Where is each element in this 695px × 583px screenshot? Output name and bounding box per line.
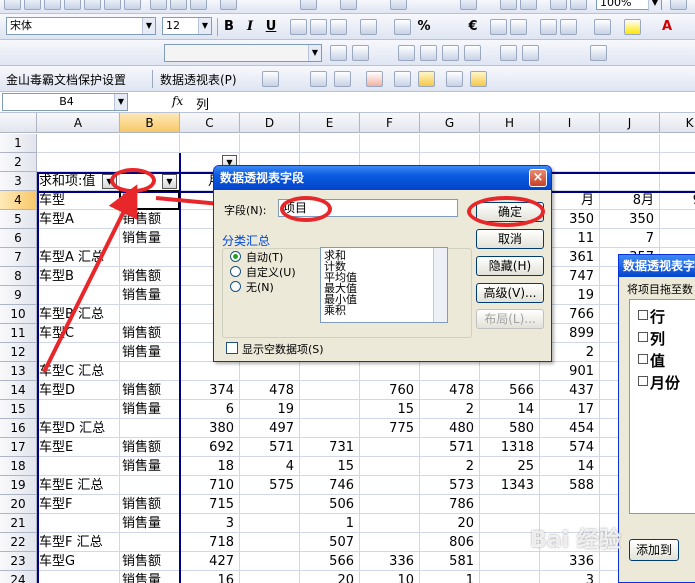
field-icon [638, 332, 648, 342]
show-empty-label: 显示空数据项(S) [242, 343, 324, 356]
dialog-title-text: 数据透视表字段 [220, 171, 305, 185]
radio-auto-label: 自动(T) [246, 251, 284, 264]
panel-field-item[interactable]: 列 [638, 328, 666, 349]
hide-button[interactable]: 隐藏(H) [476, 256, 544, 276]
layout-button[interactable]: 布局(L)... [476, 309, 544, 329]
watermark-text: Bai 经验 [530, 528, 621, 553]
panel-field-box: 行 列 值 月份 [629, 299, 695, 514]
cancel-button[interactable]: 取消 [476, 229, 544, 249]
radio-dot [233, 254, 238, 259]
panel-field-item[interactable]: 值 [638, 350, 666, 371]
field-icon [638, 310, 648, 320]
panel-title: 数据透视表字 [619, 255, 695, 277]
function-item[interactable]: 乘积 [324, 305, 447, 316]
field-icon [638, 376, 648, 386]
panel-field-item[interactable]: 月份 [638, 372, 681, 393]
radio-none-label: 无(N) [246, 281, 274, 294]
arrow-from-d [42, 184, 138, 373]
list-scrollbar[interactable] [433, 248, 447, 322]
panel-field-item[interactable]: 行 [638, 306, 666, 327]
field-label: 字段(N): [224, 204, 267, 217]
field-icon [638, 354, 648, 364]
highlight-ok [467, 196, 545, 227]
panel-field-label: 行 [650, 308, 666, 326]
show-empty-checkbox[interactable] [226, 342, 238, 354]
radio-auto[interactable] [230, 251, 241, 262]
panel-field-label: 月份 [650, 374, 681, 392]
radio-none[interactable] [230, 281, 241, 292]
close-button[interactable]: × [529, 169, 547, 187]
highlight-field [280, 196, 332, 222]
advanced-button[interactable]: 高级(V)... [476, 283, 544, 303]
panel-field-label: 值 [650, 352, 666, 370]
highlight-b4 [110, 168, 156, 193]
radio-custom[interactable] [230, 266, 241, 277]
function-list[interactable]: 求和 计数 平均值 最大值 最小值 乘积 [320, 247, 448, 323]
pivot-field-dialog: 数据透视表字段 × 字段(N): 项目 分类汇总 自动(T) 自定义(U) 无(… [213, 165, 552, 362]
radio-custom-label: 自定义(U) [246, 266, 296, 279]
panel-hint: 将项目拖至数 [627, 283, 693, 296]
panel-field-label: 列 [650, 330, 666, 348]
pivot-field-list-panel: 数据透视表字 将项目拖至数 行 列 值 月份 添加到 [618, 254, 695, 583]
dialog-title: 数据透视表字段 [214, 166, 551, 190]
subtotal-label: 分类汇总 [222, 234, 271, 248]
add-to-button[interactable]: 添加到 [629, 539, 679, 561]
